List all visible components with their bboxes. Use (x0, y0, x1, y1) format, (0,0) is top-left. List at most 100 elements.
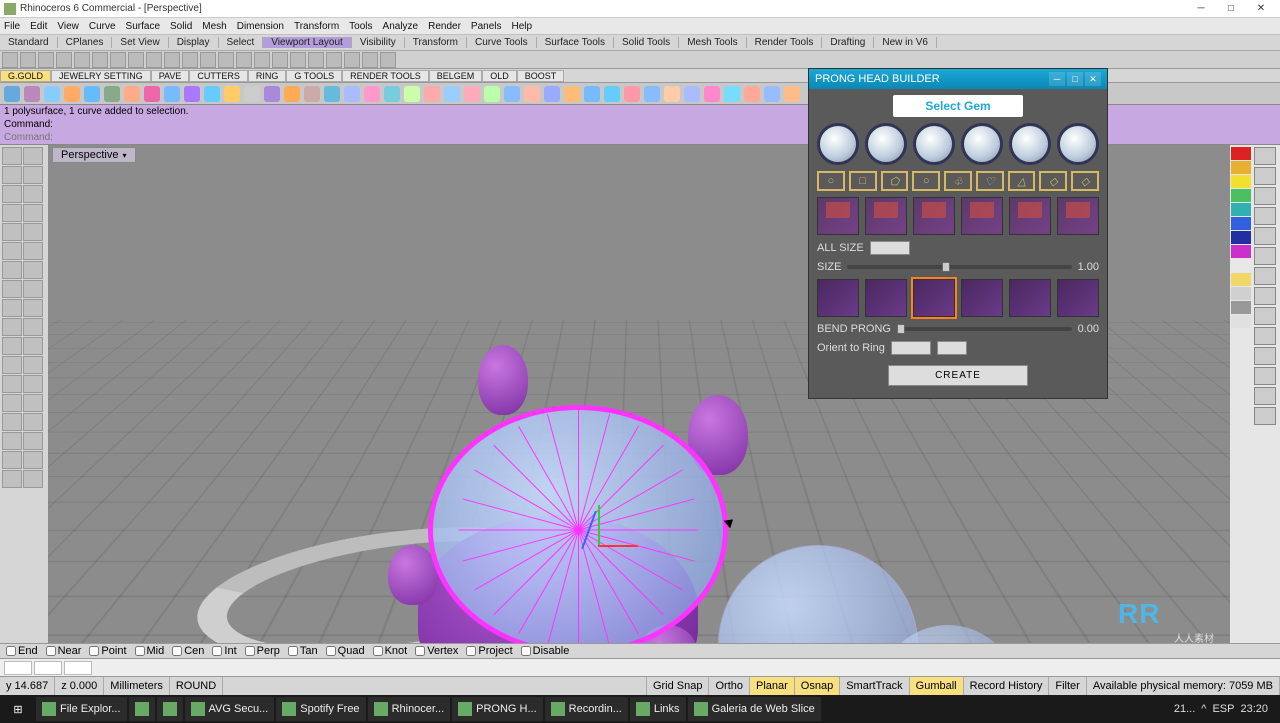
plugin-tool-icon[interactable] (664, 86, 680, 102)
panel-tab-icon[interactable] (1254, 167, 1276, 185)
status-toggle[interactable]: Ortho (709, 677, 750, 695)
size-slider[interactable] (847, 265, 1071, 269)
osnap-perp[interactable] (245, 646, 255, 656)
taskbar-item[interactable] (129, 697, 155, 721)
plugin-tool-icon[interactable] (504, 86, 520, 102)
color-swatch[interactable] (1231, 175, 1251, 188)
side-tool-icon[interactable] (2, 337, 22, 355)
shelf-tab[interactable]: Select (219, 37, 264, 48)
panel-maximize-icon[interactable]: □ (1067, 72, 1083, 86)
shelf-tab[interactable]: Render Tools (747, 37, 823, 48)
tray-time[interactable]: 23:20 (1240, 703, 1268, 715)
menu-render[interactable]: Render (428, 21, 461, 32)
plugin-tool-icon[interactable] (4, 86, 20, 102)
taskbar-item[interactable]: Galeria de Web Slice (688, 697, 821, 721)
shelf-tab[interactable]: Transform (405, 37, 467, 48)
gem-shape-option[interactable]: ♧ (944, 171, 972, 191)
taskbar-item[interactable]: File Explor... (36, 697, 127, 721)
side-tool-icon[interactable] (23, 299, 43, 317)
side-tool-icon[interactable] (2, 356, 22, 374)
plugin-tool-icon[interactable] (604, 86, 620, 102)
plugin-tool-icon[interactable] (744, 86, 760, 102)
panel-tab-icon[interactable] (1254, 247, 1276, 265)
side-tool-icon[interactable] (23, 394, 43, 412)
help-button[interactable]: Help (937, 341, 968, 355)
toolbar-icon[interactable] (20, 52, 36, 68)
shelf-tab[interactable]: Curve Tools (467, 37, 537, 48)
create-button[interactable]: CREATE (888, 365, 1028, 386)
gem-shape-option[interactable]: ○ (817, 171, 845, 191)
viewport-title-tab[interactable]: Perspective (52, 147, 136, 163)
panel-tab-icon[interactable] (1254, 327, 1276, 345)
plugin-tool-icon[interactable] (564, 86, 580, 102)
plugin-tool-icon[interactable] (404, 86, 420, 102)
taskbar-item[interactable]: AVG Secu... (185, 697, 275, 721)
toolbar-icon[interactable] (254, 52, 270, 68)
adjust-option[interactable] (961, 279, 1003, 317)
color-swatch[interactable] (1231, 189, 1251, 202)
plugin-tool-icon[interactable] (644, 86, 660, 102)
plugin-tool-icon[interactable] (224, 86, 240, 102)
taskbar-item[interactable]: PRONG H... (452, 697, 543, 721)
status-toggle[interactable]: Filter (1049, 677, 1086, 695)
panel-tab-icon[interactable] (1254, 227, 1276, 245)
plugin-tool-icon[interactable] (584, 86, 600, 102)
panel-close-icon[interactable]: ✕ (1085, 72, 1101, 86)
menu-transform[interactable]: Transform (294, 21, 339, 32)
panel-tab-icon[interactable] (1254, 387, 1276, 405)
toolbar-icon[interactable] (200, 52, 216, 68)
color-swatch[interactable] (1231, 301, 1251, 314)
toolbar-icon[interactable] (380, 52, 396, 68)
side-tool-icon[interactable] (23, 432, 43, 450)
osnap-knot[interactable] (373, 646, 383, 656)
panel-tab-icon[interactable] (1254, 207, 1276, 225)
osnap-mid[interactable] (135, 646, 145, 656)
side-tool-icon[interactable] (2, 242, 22, 260)
toolbar-icon[interactable] (56, 52, 72, 68)
color-swatch[interactable] (1231, 287, 1251, 300)
side-tool-icon[interactable] (2, 432, 22, 450)
toolbar-icon[interactable] (308, 52, 324, 68)
side-tool-icon[interactable] (23, 185, 43, 203)
side-tool-icon[interactable] (23, 470, 43, 488)
adjust-option[interactable] (865, 279, 907, 317)
plugin-tab[interactable]: JEWELRY SETTING (51, 70, 151, 82)
panel-tab-icon[interactable] (1254, 347, 1276, 365)
side-tool-icon[interactable] (2, 394, 22, 412)
side-tool-icon[interactable] (2, 261, 22, 279)
plugin-tool-icon[interactable] (84, 86, 100, 102)
shelf-tab[interactable]: Solid Tools (614, 37, 679, 48)
setting-option[interactable] (865, 197, 907, 235)
side-tool-icon[interactable] (23, 337, 43, 355)
color-swatch[interactable] (1231, 147, 1251, 160)
side-tool-icon[interactable] (23, 147, 43, 165)
plugin-tool-icon[interactable] (44, 86, 60, 102)
plugin-tool-icon[interactable] (124, 86, 140, 102)
adjust-option[interactable] (913, 279, 955, 317)
plugin-tool-icon[interactable] (704, 86, 720, 102)
gem-shape-option[interactable]: ◇ (1039, 171, 1067, 191)
toolbar-icon[interactable] (74, 52, 90, 68)
side-tool-icon[interactable] (2, 223, 22, 241)
side-tool-icon[interactable] (23, 204, 43, 222)
side-tool-icon[interactable] (23, 280, 43, 298)
osnap-tan[interactable] (288, 646, 298, 656)
gem-cut-option[interactable] (913, 123, 955, 165)
side-tool-icon[interactable] (23, 166, 43, 184)
osnap-int[interactable] (212, 646, 222, 656)
side-tool-icon[interactable] (23, 318, 43, 336)
menu-solid[interactable]: Solid (170, 21, 192, 32)
color-swatch[interactable] (1231, 217, 1251, 230)
plugin-tab[interactable]: RING (248, 70, 287, 82)
status-toggle[interactable]: Available physical memory: 7059 MB (1087, 677, 1280, 695)
side-tool-icon[interactable] (2, 185, 22, 203)
plugin-tab[interactable]: OLD (482, 70, 517, 82)
panel-tab-icon[interactable] (1254, 407, 1276, 425)
taskbar-item[interactable]: Links (630, 697, 686, 721)
toolbar-icon[interactable] (164, 52, 180, 68)
status-toggle[interactable]: Grid Snap (647, 677, 710, 695)
plugin-tool-icon[interactable] (424, 86, 440, 102)
toolbar-icon[interactable] (92, 52, 108, 68)
plugin-tab[interactable]: BELGEM (429, 70, 483, 82)
toolbar-icon[interactable] (128, 52, 144, 68)
